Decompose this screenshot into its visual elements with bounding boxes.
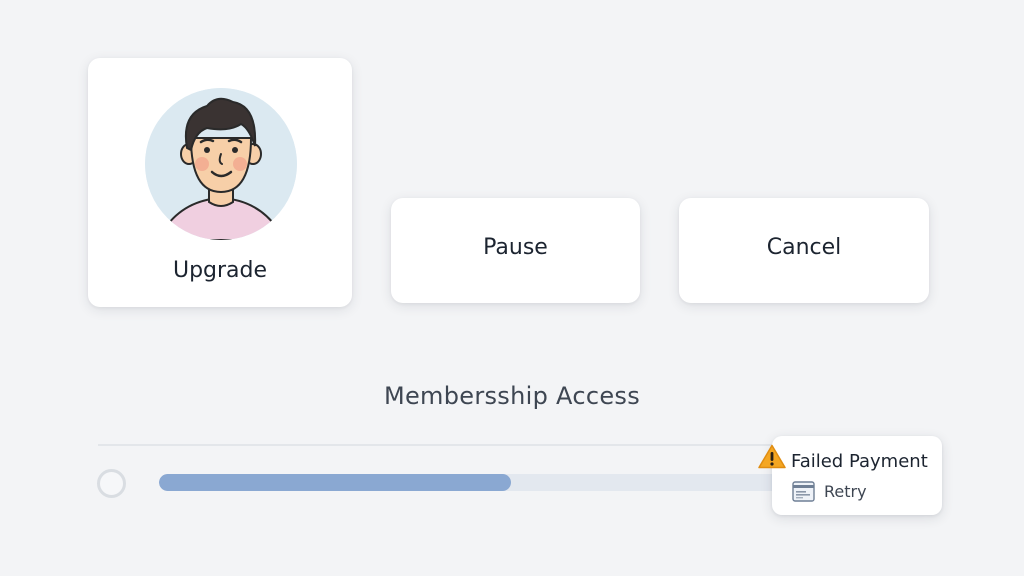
failed-payment-title: Failed Payment	[791, 451, 928, 472]
section-title: Membersship Access	[383, 382, 641, 410]
upgrade-button[interactable]: Upgrade	[88, 58, 352, 307]
cancel-button[interactable]: Cancel	[679, 198, 929, 303]
person-illustration	[145, 88, 297, 240]
cancel-label: Cancel	[766, 235, 842, 260]
status-radio[interactable]	[97, 469, 126, 498]
avatar	[145, 88, 297, 240]
pause-label: Pause	[483, 235, 548, 260]
card-icon	[792, 480, 815, 502]
pause-button[interactable]: Pause	[391, 198, 640, 303]
upgrade-label: Upgrade	[172, 258, 268, 283]
retry-label: Retry	[824, 481, 867, 501]
warning-icon	[758, 444, 786, 469]
progress-fill	[159, 474, 511, 491]
membership-progress-bar	[159, 474, 799, 491]
retry-button[interactable]: Retry	[792, 480, 867, 502]
failed-payment-alert: Failed Payment Retry	[758, 436, 942, 515]
